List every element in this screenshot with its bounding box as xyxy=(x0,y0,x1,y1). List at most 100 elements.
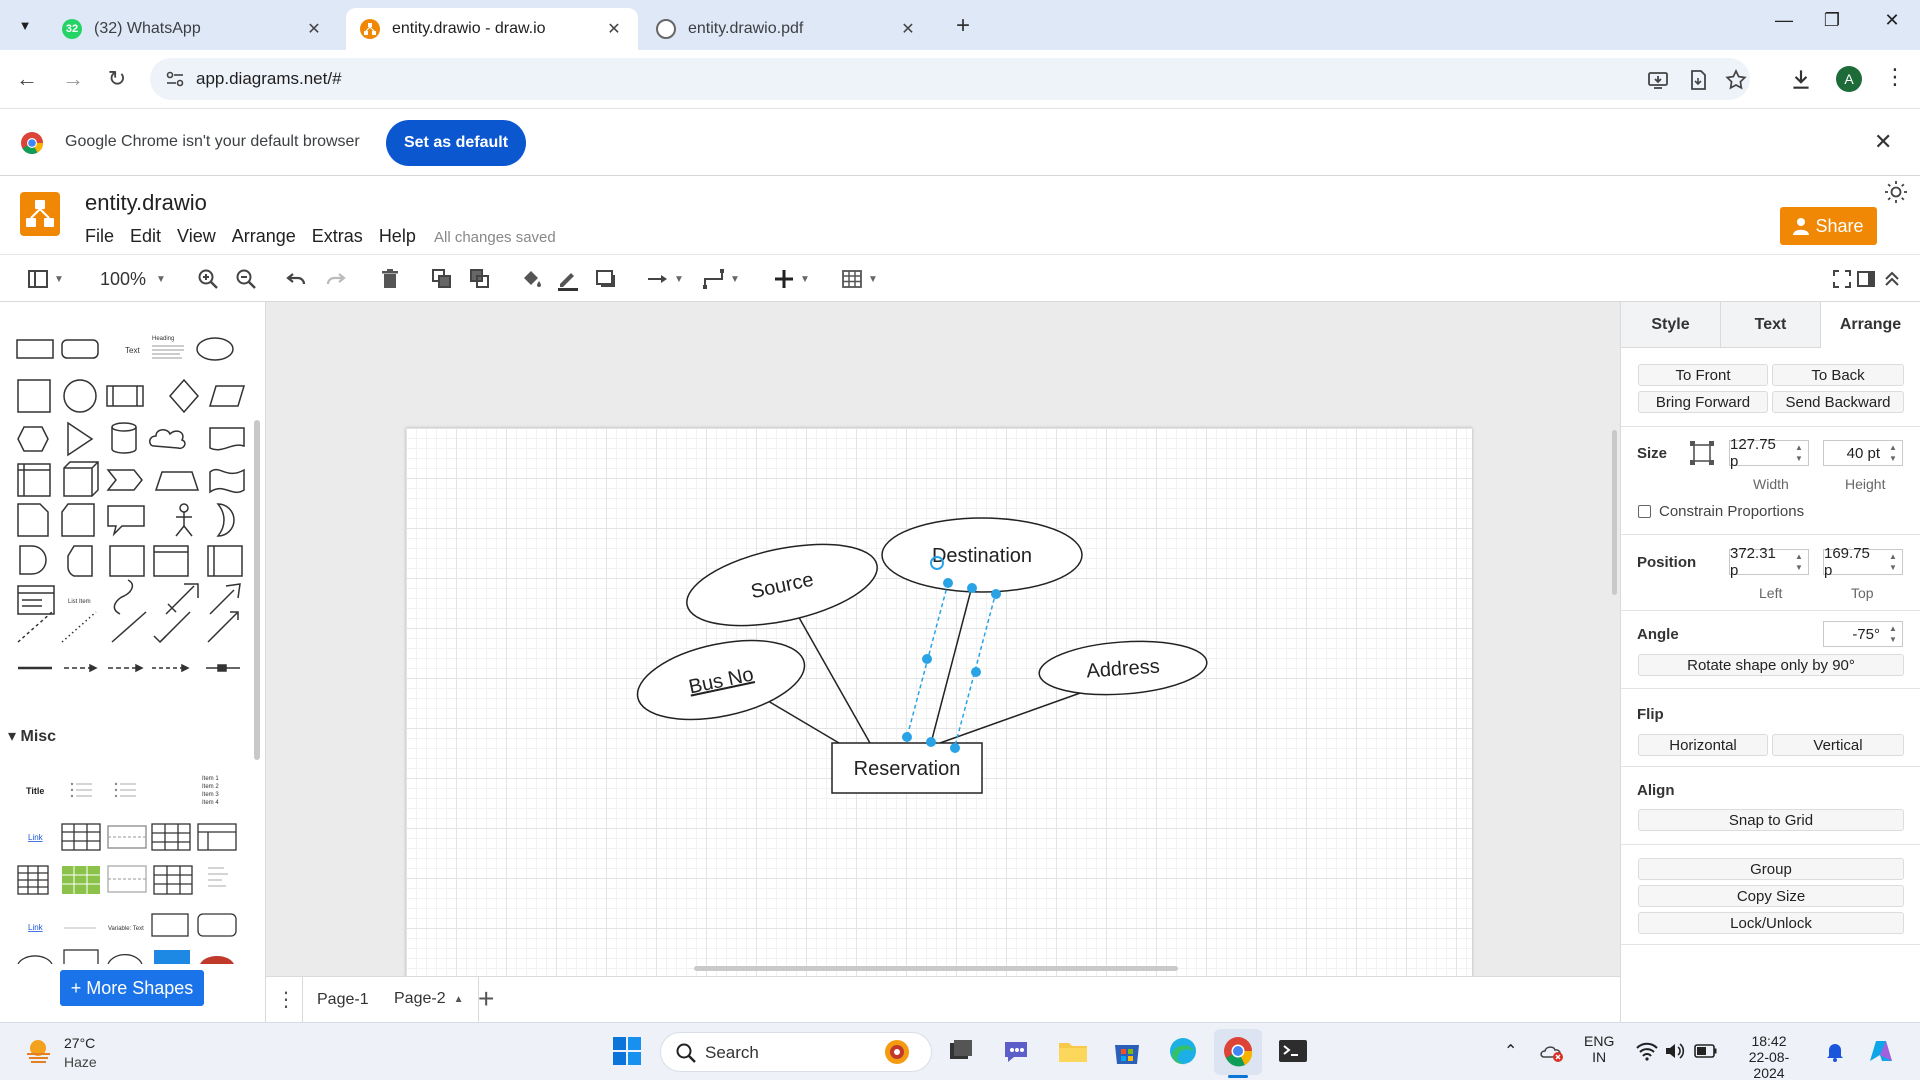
address-bar[interactable]: app.diagrams.net/# xyxy=(150,58,1750,100)
tab-text[interactable]: Text xyxy=(1721,302,1821,348)
zoom-out-button[interactable] xyxy=(234,267,258,291)
page-tab-1[interactable]: Page-1 xyxy=(302,977,384,1023)
top-input[interactable]: 169.75 p ▲ ▼ xyxy=(1823,545,1903,579)
to-back-panel-button[interactable]: To Back xyxy=(1772,364,1904,386)
notification-bell-icon[interactable] xyxy=(1824,1041,1846,1063)
save-status[interactable]: All changes saved xyxy=(434,229,556,246)
source-attribute[interactable]: Source xyxy=(680,530,885,641)
onedrive-error-icon[interactable] xyxy=(1540,1041,1564,1063)
file-explorer-icon[interactable] xyxy=(1056,1034,1090,1068)
battery-icon[interactable] xyxy=(1694,1043,1718,1059)
rotate-90-button[interactable]: Rotate shape only by 90° xyxy=(1638,654,1904,676)
close-tab-icon[interactable]: ✕ xyxy=(898,19,918,39)
menu-file[interactable]: File xyxy=(85,226,114,247)
windows-start-icon[interactable] xyxy=(610,1034,644,1068)
weather-widget[interactable]: 27°C Haze xyxy=(24,1032,164,1072)
share-button[interactable]: Share xyxy=(1780,207,1877,245)
clock[interactable]: 18:42 22-08-2024 xyxy=(1734,1033,1804,1080)
save-page-icon[interactable] xyxy=(1686,68,1710,92)
set-as-default-button[interactable]: Set as default xyxy=(386,120,526,166)
shapes-scrollbar[interactable] xyxy=(254,420,260,760)
tab-search-button[interactable]: ▼ xyxy=(10,10,40,40)
redo-button[interactable] xyxy=(324,267,348,291)
waypoints-dropdown[interactable]: ▼ xyxy=(702,267,740,291)
misc-section-header[interactable]: ▾ Misc xyxy=(8,726,56,746)
height-stepper[interactable]: ▲ ▼ xyxy=(1886,442,1900,464)
top-stepper[interactable]: ▲ ▼ xyxy=(1886,551,1900,573)
install-app-icon[interactable] xyxy=(1646,68,1670,92)
chrome-taskbar-icon[interactable] xyxy=(1221,1034,1255,1068)
browser-menu-icon[interactable]: ⋮ xyxy=(1884,64,1906,90)
snap-to-grid-button[interactable]: Snap to Grid xyxy=(1638,809,1904,831)
to-back-button[interactable] xyxy=(468,267,492,291)
forward-arrow-icon[interactable]: → xyxy=(58,64,88,94)
destination-connector[interactable] xyxy=(930,589,972,744)
busno-connector[interactable] xyxy=(762,697,840,744)
shadow-button[interactable] xyxy=(594,267,618,291)
address-attribute[interactable]: Address xyxy=(1037,636,1208,700)
language-indicator[interactable]: ENG IN xyxy=(1584,1033,1614,1065)
close-infobar-icon[interactable]: ✕ xyxy=(1874,129,1892,155)
horizontal-scrollbar[interactable] xyxy=(694,966,1178,971)
angle-stepper[interactable]: ▲ ▼ xyxy=(1886,623,1900,645)
zoom-dropdown[interactable]: 100% ▼ xyxy=(100,267,166,291)
task-view-icon[interactable] xyxy=(944,1034,978,1068)
microsoft-store-icon[interactable] xyxy=(1110,1034,1144,1068)
delete-button[interactable] xyxy=(378,267,402,291)
format-panel-toggle[interactable]: ▼ xyxy=(26,267,64,291)
panel-toggle-button[interactable] xyxy=(1854,267,1878,291)
misc-shapes-grid[interactable]: Title Item 1 Item 2 Item 3 Item 4 Link L… xyxy=(12,754,252,964)
site-info-icon[interactable] xyxy=(164,68,186,90)
edge-browser-icon[interactable] xyxy=(1166,1034,1200,1068)
destination-attribute[interactable]: Destination xyxy=(881,517,1083,593)
profile-avatar[interactable]: A xyxy=(1836,66,1862,92)
new-tab-plus-icon[interactable]: + xyxy=(950,12,976,40)
restore-icon[interactable]: ❐ xyxy=(1812,10,1852,31)
table-dropdown[interactable]: ▼ xyxy=(840,267,878,291)
menu-help[interactable]: Help xyxy=(379,226,416,247)
source-connector[interactable] xyxy=(796,613,871,744)
fill-color-button[interactable] xyxy=(520,267,544,291)
menu-arrange[interactable]: Arrange xyxy=(232,226,296,247)
file-title[interactable]: entity.drawio xyxy=(85,190,207,216)
downloads-icon[interactable] xyxy=(1788,66,1814,92)
page-tab-2[interactable]: Page-2 ▲ xyxy=(380,977,479,1023)
left-input[interactable]: 372.31 p ▲ ▼ xyxy=(1729,545,1809,579)
width-input[interactable]: 127.75 p ▲ ▼ xyxy=(1729,436,1809,470)
left-stepper[interactable]: ▲ ▼ xyxy=(1792,551,1806,573)
minimize-icon[interactable]: — xyxy=(1764,10,1804,31)
close-tab-icon[interactable]: ✕ xyxy=(604,19,624,39)
address-connector[interactable] xyxy=(939,691,1084,744)
send-backward-button[interactable]: Send Backward xyxy=(1772,391,1904,413)
theme-sun-icon[interactable] xyxy=(1884,180,1908,204)
back-arrow-icon[interactable]: ← xyxy=(12,64,42,94)
more-shapes-button[interactable]: + More Shapes xyxy=(60,970,204,1006)
constrain-proportions-row[interactable]: Constrain Proportions xyxy=(1638,503,1804,520)
width-stepper[interactable]: ▲ ▼ xyxy=(1792,442,1806,464)
tab-whatsapp[interactable]: 32 (32) WhatsApp ✕ xyxy=(48,8,338,50)
flip-horizontal-button[interactable]: Horizontal xyxy=(1638,734,1768,756)
chevron-up-icon[interactable]: ▲ xyxy=(454,994,464,1005)
drawio-logo-icon[interactable] xyxy=(20,192,60,236)
add-page-plus-icon[interactable]: + xyxy=(478,983,494,1015)
reservation-entity[interactable]: Reservation xyxy=(831,742,983,794)
er-diagram[interactable]: Source Bus No Destination Address Reserv… xyxy=(266,302,1620,976)
tab-pdf[interactable]: entity.drawio.pdf ✕ xyxy=(642,8,932,50)
close-window-icon[interactable]: ✕ xyxy=(1872,10,1912,31)
bring-forward-button[interactable]: Bring Forward xyxy=(1638,391,1768,413)
undo-button[interactable] xyxy=(284,267,308,291)
menu-edit[interactable]: Edit xyxy=(130,226,161,247)
to-front-panel-button[interactable]: To Front xyxy=(1638,364,1768,386)
teams-chat-icon[interactable] xyxy=(1000,1034,1034,1068)
menu-extras[interactable]: Extras xyxy=(312,226,363,247)
diagram-canvas[interactable]: Source Bus No Destination Address Reserv… xyxy=(266,302,1620,976)
wifi-icon[interactable] xyxy=(1636,1041,1658,1061)
height-input[interactable]: 40 pt ▲ ▼ xyxy=(1823,440,1903,466)
line-color-button[interactable] xyxy=(556,267,580,291)
general-shapes-grid[interactable]: Text Heading List Item xyxy=(12,322,252,702)
fullscreen-button[interactable] xyxy=(1830,267,1854,291)
connection-style-dropdown[interactable]: ▼ xyxy=(646,267,684,291)
collapse-button[interactable] xyxy=(1880,267,1904,291)
tab-drawio[interactable]: entity.drawio - draw.io ✕ xyxy=(346,8,638,50)
taskbar-search[interactable]: Search xyxy=(660,1032,932,1072)
